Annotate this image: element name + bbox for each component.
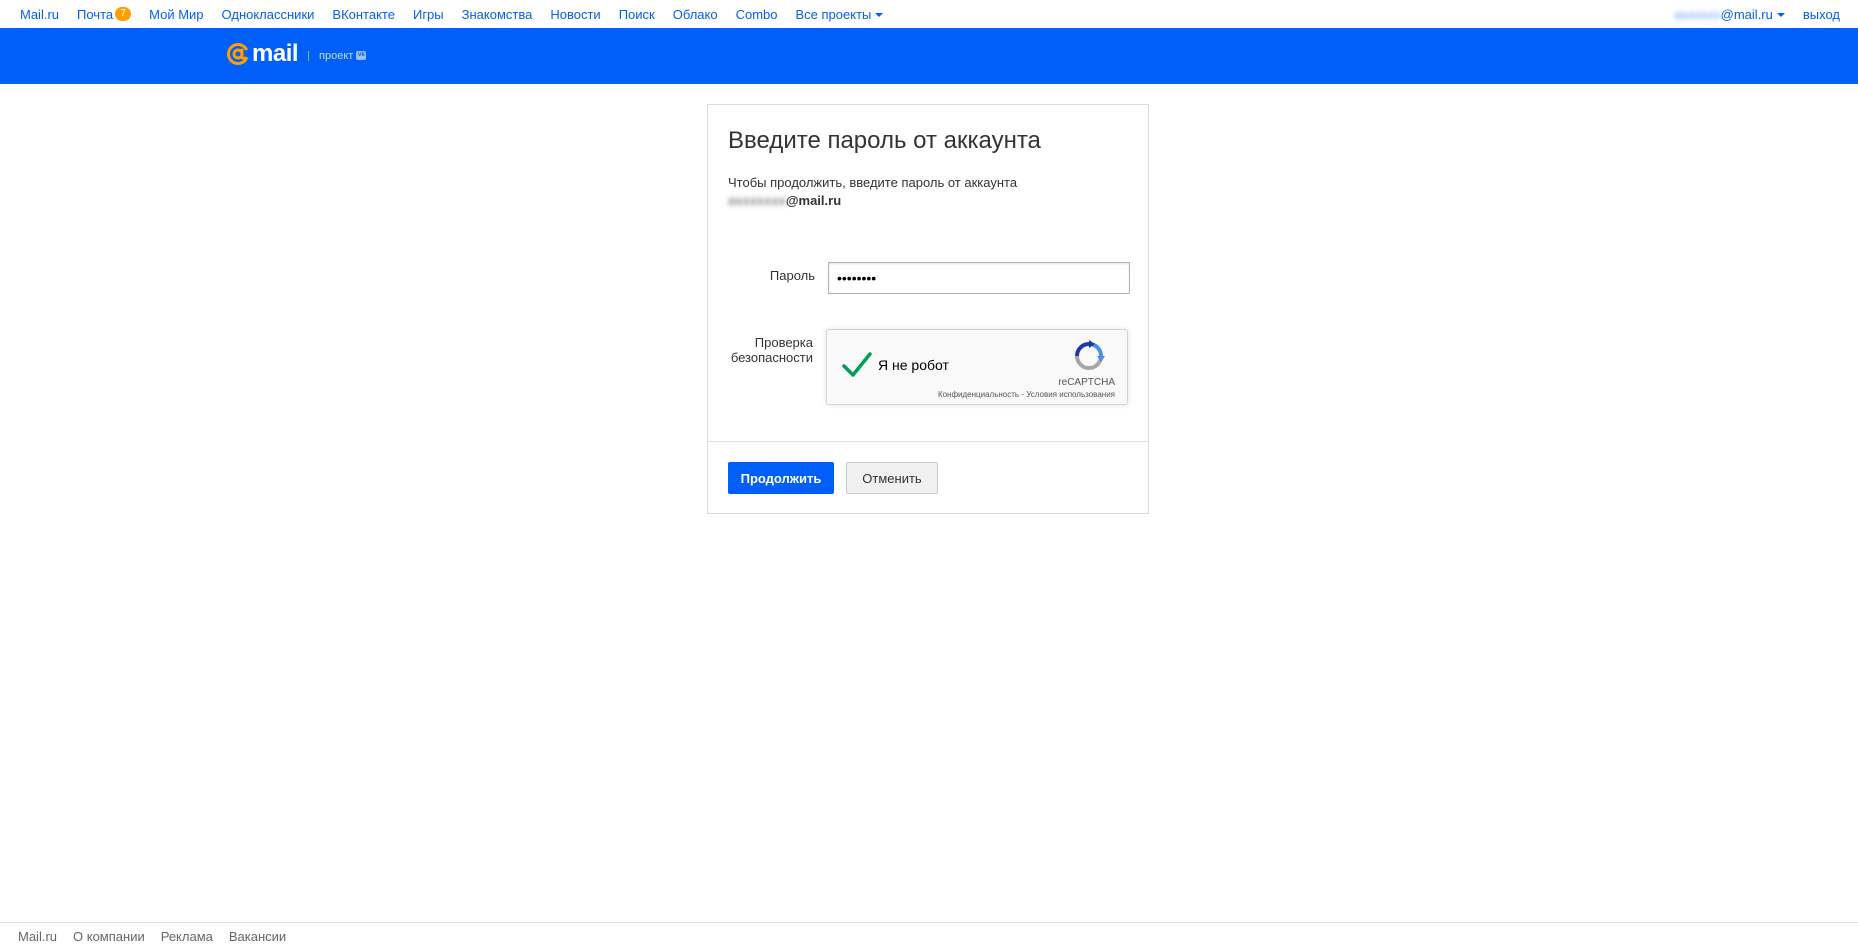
account-email-domain: @mail.ru [785, 193, 842, 208]
logo-text: mail [252, 40, 299, 67]
dialog-title: Введите пароль от аккаунта [728, 127, 1041, 154]
footer-link-ads[interactable]: Реклама [161, 929, 213, 944]
portal-menu: Mail.ru Почта 7 Мой Мир Одноклассники ВК… [0, 0, 1858, 28]
description-text: Чтобы продолжить, введите пароль от акка… [728, 175, 1018, 190]
portal-link-odnoklassniki[interactable]: Одноклассники [222, 7, 315, 22]
recaptcha-widget: Я не робот reCAPTCHA Конфиденциальность … [826, 329, 1128, 405]
chevron-down-icon [1776, 13, 1785, 17]
project-text: проект [319, 49, 354, 62]
cancel-button[interactable]: Отменить [846, 462, 938, 494]
mail-logo[interactable]: mail проект vk [226, 40, 367, 67]
security-check-label-line2: безопасности [730, 350, 813, 365]
logo-divider [308, 51, 310, 61]
portal-link-combo[interactable]: Combo [736, 7, 778, 22]
unread-badge: 7 [115, 7, 132, 21]
portal-link-oblako[interactable]: Облако [673, 7, 718, 22]
password-label: Пароль [769, 268, 815, 283]
recaptcha-name: reCAPTCHA [1058, 377, 1115, 388]
captcha-label: Я не робот [878, 357, 949, 373]
security-check-label-line1: Проверка [754, 335, 813, 350]
recaptcha-links: Конфиденциальность - Условия использован… [938, 390, 1115, 399]
account-email: axxxxxxx@mail.ru [728, 192, 1128, 210]
vk-logo-icon: vk [356, 51, 367, 60]
project-label: проект vk [319, 49, 367, 62]
footer-link-mailru[interactable]: Mail.ru [18, 929, 57, 944]
portal-link-novosti[interactable]: Новости [550, 7, 600, 22]
user-menu[interactable]: axxxxxx @mail.ru [1674, 6, 1785, 22]
portal-link-igry[interactable]: Игры [413, 7, 444, 22]
portal-links: Mail.ru Почта 7 Мой Мир Одноклассники ВК… [20, 0, 901, 28]
checkmark-icon[interactable] [841, 350, 873, 380]
at-sign-icon [227, 43, 249, 65]
portal-link-poisk[interactable]: Поиск [619, 7, 655, 22]
continue-button[interactable]: Продолжить [728, 462, 834, 494]
user-area: axxxxxx @mail.ru выход [1674, 0, 1840, 28]
dialog-description: Чтобы продолжить, введите пароль от акка… [728, 174, 1128, 210]
portal-link-znakomstva[interactable]: Знакомства [462, 7, 533, 22]
portal-link-vkontakte[interactable]: ВКонтакте [332, 7, 395, 22]
account-email-blurred: axxxxxxx [728, 193, 786, 208]
footer-link-jobs[interactable]: Вакансии [229, 929, 286, 944]
all-projects-label: Все проекты [795, 6, 872, 22]
recaptcha-terms-link[interactable]: Условия использования [1026, 390, 1115, 399]
logout-link[interactable]: выход [1803, 7, 1840, 22]
recaptcha-privacy-link[interactable]: Конфиденциальность [938, 390, 1019, 399]
security-check-label: Проверка безопасности [728, 335, 813, 365]
footer-divider [0, 922, 1858, 923]
portal-link-pochta-label: Почта [77, 6, 114, 22]
site-footer: Mail.ru О компании Реклама Вакансии [18, 929, 302, 944]
portal-link-pochta[interactable]: Почта 7 [77, 6, 132, 22]
footer-link-about[interactable]: О компании [73, 929, 145, 944]
password-input[interactable] [828, 262, 1130, 294]
user-domain: @mail.ru [1720, 6, 1773, 22]
password-dialog: Введите пароль от аккаунта Чтобы продолж… [707, 104, 1149, 514]
site-header: mail проект vk [0, 28, 1858, 84]
all-projects-dropdown[interactable]: Все проекты [796, 7, 884, 22]
portal-link-moy-mir[interactable]: Мой Мир [149, 7, 203, 22]
chevron-down-icon [875, 13, 884, 17]
user-name-blurred: axxxxxx [1674, 6, 1721, 22]
portal-link-mailru[interactable]: Mail.ru [20, 7, 59, 22]
recaptcha-logo-icon [1075, 340, 1105, 370]
dialog-divider [708, 441, 1148, 442]
